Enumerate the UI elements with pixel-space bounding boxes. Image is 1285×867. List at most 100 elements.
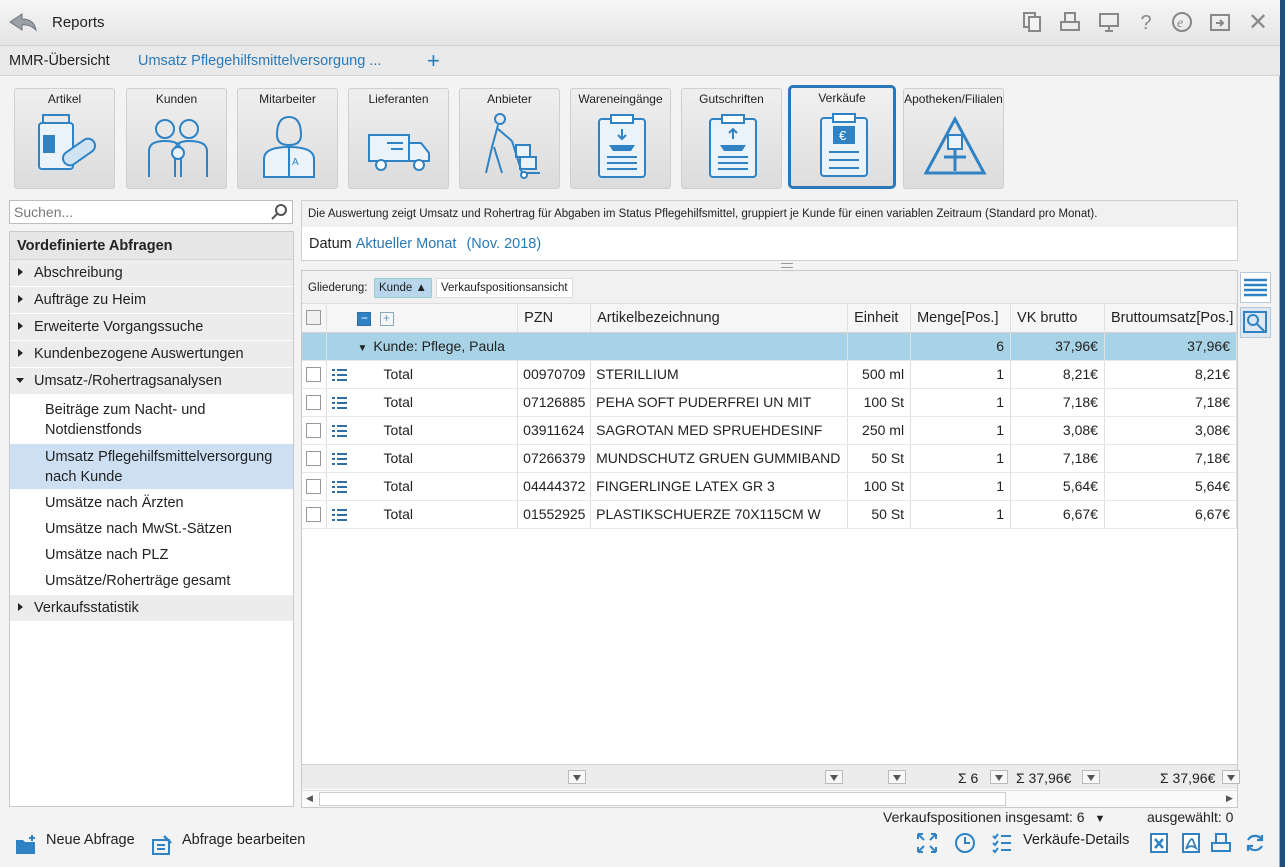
select-all-checkbox[interactable]: [306, 310, 321, 326]
scroll-left-icon[interactable]: ◀: [306, 793, 313, 804]
splitter-handle[interactable]: [781, 263, 793, 268]
filter-dropdown-menge[interactable]: [990, 770, 1008, 784]
row-checkbox[interactable]: [306, 451, 321, 467]
tree-item-mwst[interactable]: Umsätze nach MwSt.-Sätzen: [10, 515, 293, 541]
monitor-icon[interactable]: [1097, 11, 1121, 35]
row-checkbox-cell[interactable]: [302, 360, 328, 389]
filter-dropdown-vk[interactable]: [1082, 770, 1100, 784]
group-chip-verkaufsposition[interactable]: Verkaufspositionsansicht: [436, 278, 573, 298]
table-row[interactable]: Total 00970709 STERILLIUM 500 ml 1 8,21€…: [302, 360, 1238, 389]
row-checkbox[interactable]: [306, 479, 321, 495]
row-checkbox[interactable]: [306, 395, 321, 411]
pdf-export-icon[interactable]: [1180, 832, 1202, 854]
clock-icon[interactable]: [954, 832, 976, 854]
new-query-icon[interactable]: [15, 834, 37, 856]
group-chip-kunde[interactable]: Kunde ▲: [374, 278, 432, 298]
collapse-all-icon[interactable]: −: [357, 311, 372, 326]
tree-item-aerzte[interactable]: Umsätze nach Ärzten: [10, 489, 293, 515]
list-view-button[interactable]: [1240, 272, 1271, 303]
table-row[interactable]: Total 07266379 MUNDSCHUTZ GRUEN GUMMIBAN…: [302, 444, 1238, 473]
col-header-menge[interactable]: Menge[Pos.]: [910, 304, 1012, 333]
scroll-right-icon[interactable]: ▶: [1226, 793, 1233, 804]
tree-group-vorgangssuche[interactable]: Erweiterte Vorgangssuche: [10, 314, 293, 341]
row-checkbox-cell[interactable]: [302, 416, 328, 445]
datum-period[interactable]: (Nov. 2018): [466, 236, 541, 252]
edit-query-icon[interactable]: [151, 834, 173, 856]
tree-item-plz[interactable]: Umsätze nach PLZ: [10, 541, 293, 567]
copy-icon[interactable]: [1020, 11, 1044, 35]
scrollbar-thumb[interactable]: [319, 792, 1006, 806]
col-header-artikelbezeichnung[interactable]: Artikelbezeichnung: [590, 304, 849, 333]
filter-dropdown-pzn[interactable]: [568, 770, 586, 784]
row-checkbox-cell[interactable]: [302, 472, 328, 501]
details-list-icon[interactable]: [332, 509, 348, 522]
row-checkbox[interactable]: [306, 507, 321, 523]
search-icon[interactable]: [270, 203, 288, 221]
details-list-icon[interactable]: [332, 425, 348, 438]
details-list-icon[interactable]: [332, 369, 348, 382]
table-row[interactable]: Total 01552925 PLASTIKSCHUERZE 70X115CM …: [302, 500, 1238, 529]
details-list-icon[interactable]: [332, 453, 348, 466]
tile-apotheken-filialen[interactable]: Apotheken/Filialen: [903, 88, 1004, 189]
col-header-pzn[interactable]: PZN: [517, 304, 592, 333]
export-window-icon[interactable]: [1208, 11, 1232, 35]
tile-gutschriften[interactable]: Gutschriften: [681, 88, 782, 189]
tree-group-umsatz-rohertrag[interactable]: Umsatz-/Rohertragsanalysen: [10, 368, 293, 395]
col-header-bruttoumsatz[interactable]: Bruttoumsatz[Pos.]: [1104, 304, 1238, 333]
new-query-button[interactable]: Neue Abfrage: [46, 832, 135, 848]
expand-arrow-icon[interactable]: [18, 268, 23, 276]
expand-arrow-icon[interactable]: [18, 322, 23, 330]
datum-value-link[interactable]: Aktueller Monat: [356, 236, 457, 252]
col-header-vk-brutto[interactable]: VK brutto: [1010, 304, 1105, 333]
table-row[interactable]: Total 07126885 PEHA SOFT PUDERFREI UN MI…: [302, 388, 1238, 417]
row-checkbox[interactable]: [306, 423, 321, 439]
table-row[interactable]: Total 03911624 SAGROTAN MED SPRUEHDESINF…: [302, 416, 1238, 445]
add-tab-icon[interactable]: +: [427, 48, 440, 74]
status-dropdown-icon[interactable]: ▼: [1094, 813, 1105, 825]
refresh-icon[interactable]: [1244, 832, 1266, 854]
expand-arrow-icon[interactable]: [18, 295, 23, 303]
excel-export-icon[interactable]: [1148, 832, 1170, 854]
details-list-icon[interactable]: [332, 397, 348, 410]
tree-item-pflegehilfsmittel[interactable]: Umsatz Pflegehilfsmittelversorgung nach …: [10, 444, 293, 489]
print-icon[interactable]: [1210, 832, 1232, 854]
tile-wareneingaenge[interactable]: Wareneingänge: [570, 88, 671, 189]
search-input[interactable]: Suchen...: [9, 200, 293, 224]
verkaeufe-details-button[interactable]: Verkäufe-Details: [1023, 832, 1129, 848]
select-all-cell[interactable]: [302, 304, 328, 333]
collapse-triangle-icon[interactable]: ▼: [357, 343, 367, 354]
col-header-einheit[interactable]: Einheit: [847, 304, 912, 333]
collapse-arrow-icon[interactable]: [16, 378, 24, 383]
tree-item-nachtdienstfonds[interactable]: Beiträge zum Nacht- und Notdienstfonds: [10, 395, 293, 444]
tree-group-abschreibung[interactable]: Abschreibung: [10, 260, 293, 287]
row-checkbox-cell[interactable]: [302, 444, 328, 473]
back-arrow-icon[interactable]: [8, 10, 38, 34]
tile-mitarbeiter[interactable]: Mitarbeiter A: [237, 88, 338, 189]
internet-explorer-icon[interactable]: e: [1170, 11, 1194, 35]
tree-group-auftraege-heim[interactable]: Aufträge zu Heim: [10, 287, 293, 314]
edit-query-button[interactable]: Abfrage bearbeiten: [182, 832, 305, 848]
checklist-icon[interactable]: [991, 832, 1013, 854]
tree-group-verkaufsstatistik[interactable]: Verkaufsstatistik: [10, 595, 293, 622]
expand-arrow-icon[interactable]: [18, 603, 23, 611]
tree-group-kundenbezogen[interactable]: Kundenbezogene Auswertungen: [10, 341, 293, 368]
detail-view-button[interactable]: [1240, 307, 1271, 338]
filter-dropdown-artikel[interactable]: [825, 770, 843, 784]
tile-artikel[interactable]: Artikel: [14, 88, 115, 189]
tree-item-gesamt[interactable]: Umsätze/Roherträge gesamt: [10, 567, 293, 593]
expand-all-icon[interactable]: +: [379, 311, 394, 326]
details-list-icon[interactable]: [332, 481, 348, 494]
help-icon[interactable]: ?: [1134, 11, 1158, 35]
row-checkbox-cell[interactable]: [302, 500, 328, 529]
filter-dropdown-umsatz[interactable]: [1222, 770, 1240, 784]
close-icon[interactable]: ✕: [1246, 11, 1270, 35]
tile-verkaeufe[interactable]: Verkäufe €: [788, 85, 896, 189]
tile-lieferanten[interactable]: Lieferanten: [348, 88, 449, 189]
group-row[interactable]: ▼ Kunde: Pflege, Paula 6 37,96€ 37,96€: [302, 332, 1238, 361]
tile-anbieter[interactable]: Anbieter: [459, 88, 560, 189]
fullscreen-icon[interactable]: [916, 832, 938, 854]
tile-kunden[interactable]: Kunden: [126, 88, 227, 189]
row-checkbox-cell[interactable]: [302, 388, 328, 417]
row-checkbox[interactable]: [306, 367, 321, 383]
table-row[interactable]: Total 04444372 FINGERLINGE LATEX GR 3 10…: [302, 472, 1238, 501]
